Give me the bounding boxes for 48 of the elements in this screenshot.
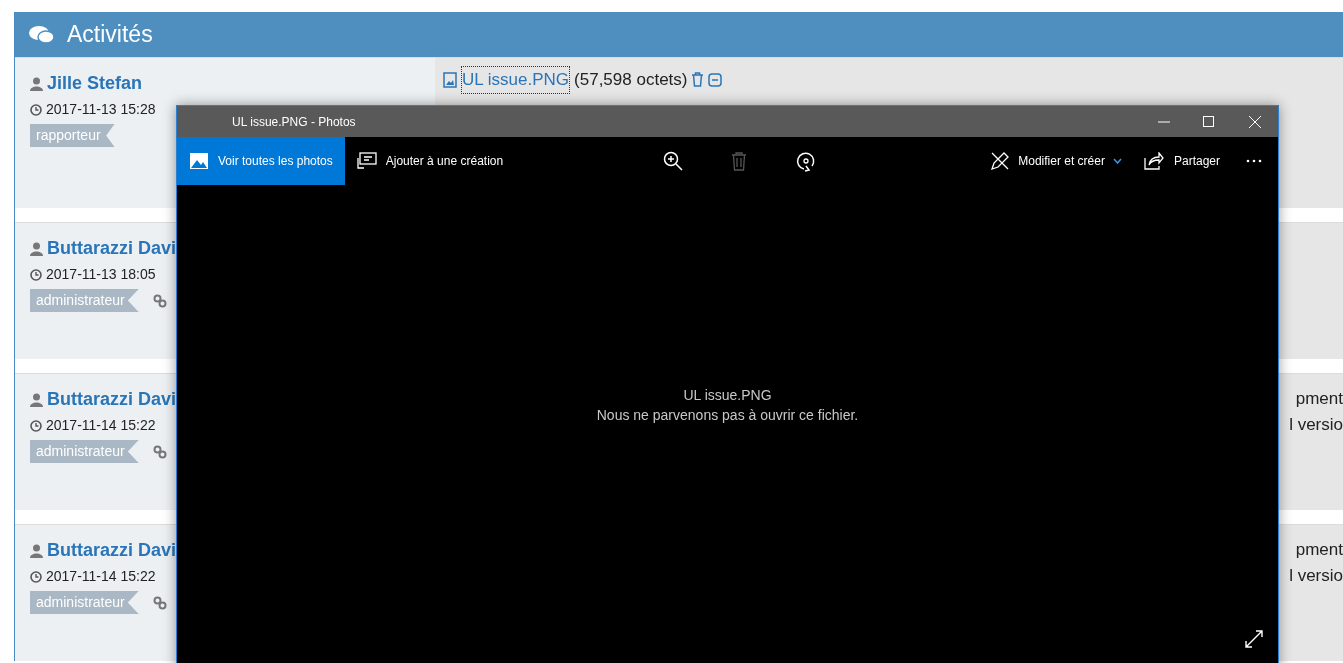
panel-title: Activités xyxy=(67,20,153,50)
activity-text: pment xyxy=(1295,539,1343,561)
role-tag: administrateur xyxy=(30,440,139,463)
role-tag: rapporteur xyxy=(30,124,115,147)
error-message: Nous ne parvenons pas à ouvrir ce fichier. xyxy=(596,406,859,425)
clock-icon xyxy=(30,570,42,583)
activity-date: 2017-11-14 15:22 xyxy=(46,567,156,586)
author-link[interactable]: Buttarazzi Davi xyxy=(47,386,177,413)
image-file-icon xyxy=(443,71,457,88)
pencil-brush-icon xyxy=(990,151,1011,171)
zoom-in-icon[interactable] xyxy=(663,151,684,171)
share-button[interactable]: Partager xyxy=(1143,152,1220,170)
activity-text: pment xyxy=(1295,388,1343,410)
user-icon xyxy=(30,543,43,558)
window-title: UL issue.PNG - Photos xyxy=(232,113,357,131)
author-link[interactable]: Jille Stefan xyxy=(47,70,143,97)
attachment-link[interactable]: UL issue.PNG xyxy=(461,66,571,94)
clock-icon xyxy=(30,419,42,432)
author-link[interactable]: Buttarazzi Davi xyxy=(47,235,177,262)
share-icon xyxy=(1143,152,1164,170)
trash-icon[interactable] xyxy=(691,72,705,88)
author-link[interactable]: Buttarazzi Davi xyxy=(47,537,177,564)
chat-bubbles-icon xyxy=(29,24,55,45)
edit-create-button[interactable]: Modifier et créer xyxy=(990,151,1122,171)
attachment-size: (57,598 octets) xyxy=(574,69,688,91)
trash-icon[interactable] xyxy=(731,151,748,171)
role-tag: administrateur xyxy=(30,289,139,312)
chevron-down-icon xyxy=(1112,158,1122,164)
activity-text: l versio xyxy=(1289,414,1343,436)
slideshow-icon xyxy=(356,152,377,170)
activity-text: l versio xyxy=(1289,565,1343,587)
toolbar-button[interactable]: Voir toutes les photos xyxy=(177,137,345,185)
maximize-icon[interactable] xyxy=(1203,116,1214,127)
activity-date: 2017-11-13 15:28 xyxy=(46,100,156,119)
file-name: UL issue.PNG xyxy=(683,386,772,405)
user-icon xyxy=(30,76,43,91)
clock-icon xyxy=(30,268,42,281)
activity-date: 2017-11-13 18:05 xyxy=(46,265,156,284)
fullscreen-icon[interactable] xyxy=(1244,629,1264,649)
collapse-icon[interactable] xyxy=(708,72,723,87)
more-icon[interactable] xyxy=(1246,159,1262,163)
close-icon[interactable] xyxy=(1249,115,1261,128)
user-icon xyxy=(30,392,43,407)
role-tag: administrateur xyxy=(30,591,139,614)
clock-icon xyxy=(30,103,42,116)
user-icon xyxy=(30,241,43,256)
image-icon xyxy=(189,152,209,170)
activity-date: 2017-11-14 15:22 xyxy=(46,416,156,435)
